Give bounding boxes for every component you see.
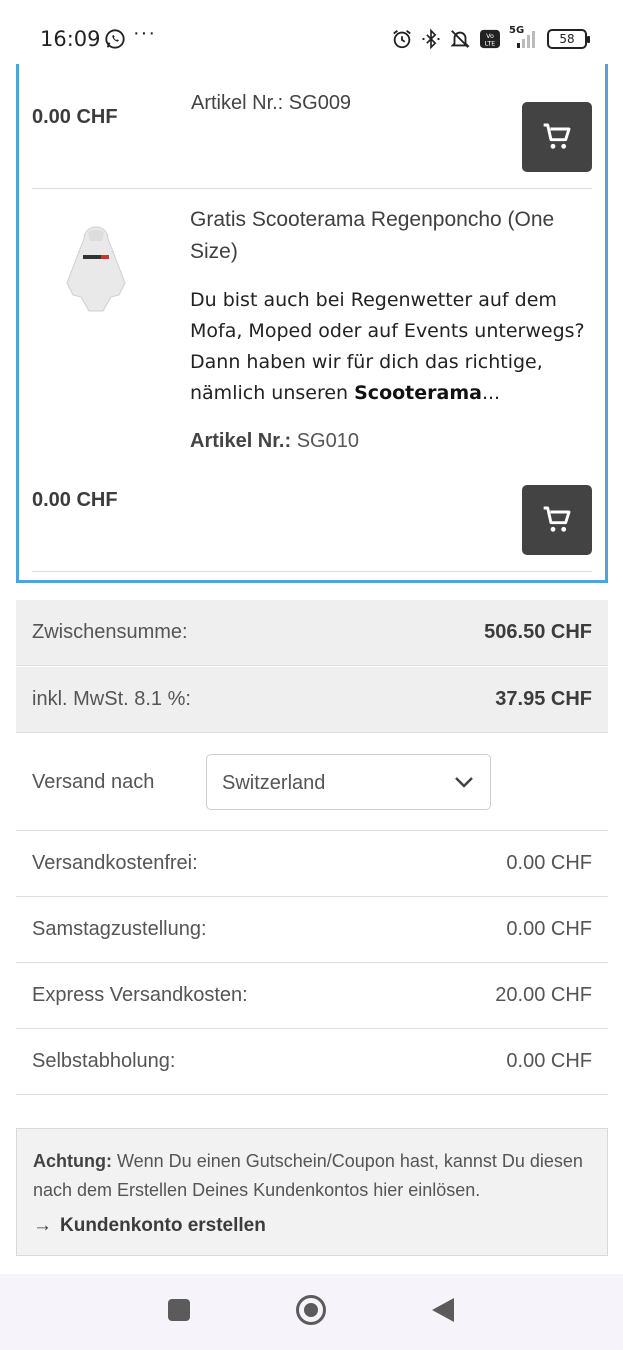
bell-off-icon bbox=[450, 30, 470, 48]
volte-icon: Vo LTE bbox=[480, 29, 500, 49]
artikel-value: SG010 bbox=[296, 430, 359, 452]
vat-value: 37.95 CHF bbox=[495, 688, 592, 710]
arrow-right-icon: → bbox=[33, 1215, 52, 1236]
product-artikel-clipped: Artikel Nr.: SG009 bbox=[191, 92, 352, 114]
signal-icon: 5G bbox=[509, 25, 539, 50]
shipping-option-label: Express Versandkosten: bbox=[32, 984, 248, 1006]
product-desc-ellipsis: ... bbox=[481, 382, 501, 404]
notice-bold: Achtung: bbox=[33, 1151, 112, 1171]
back-button[interactable] bbox=[432, 1298, 454, 1322]
product-image-poncho[interactable] bbox=[63, 223, 129, 319]
overflow-icon: ··· bbox=[133, 22, 156, 44]
shipping-option-label: Samstagzustellung: bbox=[32, 918, 207, 940]
shipping-option-row[interactable]: Selbstabholung: 0.00 CHF bbox=[16, 1029, 608, 1095]
shipping-option-value: 0.00 CHF bbox=[506, 1050, 592, 1072]
vat-label: inkl. MwSt. 8.1 %: bbox=[32, 688, 191, 710]
shipping-option-row[interactable]: Express Versandkosten: 20.00 CHF bbox=[16, 963, 608, 1029]
battery-icon: 58 bbox=[547, 29, 590, 49]
add-to-cart-button[interactable] bbox=[522, 102, 592, 172]
subtotal-label: Zwischensumme: bbox=[32, 621, 188, 643]
cart-icon bbox=[543, 506, 571, 532]
product-desc-bold: Scooterama bbox=[354, 382, 482, 404]
product-artikel: Artikel Nr.: SG010 bbox=[190, 430, 359, 453]
shipping-option-value: 0.00 CHF bbox=[506, 918, 592, 940]
add-to-cart-button[interactable] bbox=[522, 485, 592, 555]
product-title[interactable]: Gratis Scooterama Regenponcho (One Size) bbox=[190, 204, 600, 268]
divider bbox=[32, 188, 592, 189]
bluetooth-icon bbox=[422, 28, 440, 50]
product-desc-line1: Du bist auch bei Regenwetter auf dem Mof… bbox=[190, 289, 585, 342]
product-price: 0.00 CHF bbox=[32, 489, 118, 511]
shipping-label: Versand nach bbox=[32, 771, 155, 793]
notice-text: Wenn Du einen Gutschein/Coupon hast, kan… bbox=[33, 1151, 583, 1200]
subtotal-value: 506.50 CHF bbox=[484, 621, 592, 643]
home-button[interactable] bbox=[296, 1295, 326, 1325]
subtotal-row: Zwischensumme: 506.50 CHF bbox=[16, 600, 608, 666]
status-icons: Vo LTE 5G 58 bbox=[391, 25, 590, 52]
status-bar: 16:09 ··· Vo LTE 5G 58 bbox=[0, 0, 623, 64]
product-description: Du bist auch bei Regenwetter auf dem Mof… bbox=[190, 285, 605, 409]
country-select-value: Switzerland bbox=[222, 772, 326, 794]
shipping-option-row[interactable]: Samstagzustellung: 0.00 CHF bbox=[16, 897, 608, 963]
artikel-label: Artikel Nr.: bbox=[190, 430, 292, 452]
vat-row: inkl. MwSt. 8.1 %: 37.95 CHF bbox=[16, 667, 608, 733]
whatsapp-icon bbox=[105, 29, 125, 49]
divider bbox=[32, 571, 592, 572]
chevron-down-icon bbox=[455, 777, 473, 788]
shipping-option-label: Versandkostenfrei: bbox=[32, 852, 198, 874]
svg-text:Vo: Vo bbox=[486, 33, 494, 40]
shipping-option-value: 0.00 CHF bbox=[506, 852, 592, 874]
country-select[interactable]: Switzerland bbox=[206, 754, 491, 810]
recents-button[interactable] bbox=[168, 1299, 190, 1321]
shipping-country-row: Versand nach Switzerland bbox=[16, 734, 608, 831]
shipping-option-row[interactable]: Versandkostenfrei: 0.00 CHF bbox=[16, 831, 608, 897]
cart-icon bbox=[543, 123, 571, 149]
svg-text:LTE: LTE bbox=[485, 40, 496, 47]
create-account-label: Kundenkonto erstellen bbox=[60, 1215, 266, 1236]
status-time: 16:09 bbox=[40, 27, 101, 51]
coupon-notice: Achtung: Wenn Du einen Gutschein/Coupon … bbox=[16, 1128, 608, 1256]
alarm-icon bbox=[393, 30, 411, 49]
shipping-option-label: Selbstabholung: bbox=[32, 1050, 176, 1072]
shipping-option-value: 20.00 CHF bbox=[495, 984, 592, 1006]
cart-products-box: Artikel Nr.: SG009 0.00 CHF Gratis Scoot… bbox=[16, 40, 608, 583]
android-nav-bar bbox=[0, 1274, 623, 1350]
create-account-link[interactable]: → Kundenkonto erstellen bbox=[33, 1211, 266, 1240]
product-price: 0.00 CHF bbox=[32, 106, 118, 128]
